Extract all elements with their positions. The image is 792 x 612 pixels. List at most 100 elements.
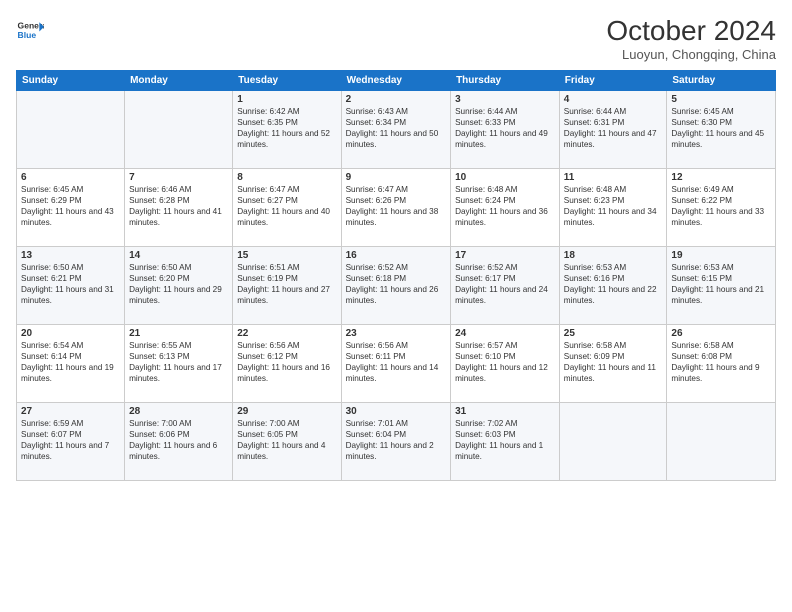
table-row: 25Sunrise: 6:58 AMSunset: 6:09 PMDayligh… [559,324,667,402]
day-number: 8 [237,172,336,183]
day-number: 4 [564,94,663,105]
table-row: 12Sunrise: 6:49 AMSunset: 6:22 PMDayligh… [667,168,776,246]
day-number: 17 [455,250,555,261]
table-row: 16Sunrise: 6:52 AMSunset: 6:18 PMDayligh… [341,246,451,324]
day-number: 11 [564,172,663,183]
title-block: October 2024 Luoyun, Chongqing, China [606,16,776,62]
col-friday: Friday [559,70,667,90]
day-info: Sunrise: 6:59 AMSunset: 6:07 PMDaylight:… [21,418,120,462]
day-info: Sunrise: 6:52 AMSunset: 6:17 PMDaylight:… [455,262,555,306]
day-info: Sunrise: 6:52 AMSunset: 6:18 PMDaylight:… [346,262,447,306]
day-info: Sunrise: 7:00 AMSunset: 6:06 PMDaylight:… [129,418,228,462]
day-number: 31 [455,406,555,417]
day-info: Sunrise: 6:46 AMSunset: 6:28 PMDaylight:… [129,184,228,228]
table-row: 26Sunrise: 6:58 AMSunset: 6:08 PMDayligh… [667,324,776,402]
day-number: 6 [21,172,120,183]
logo: General Blue General Blue [16,16,44,44]
day-number: 21 [129,328,228,339]
day-info: Sunrise: 6:44 AMSunset: 6:33 PMDaylight:… [455,106,555,150]
day-number: 9 [346,172,447,183]
table-row: 17Sunrise: 6:52 AMSunset: 6:17 PMDayligh… [451,246,560,324]
table-row: 21Sunrise: 6:55 AMSunset: 6:13 PMDayligh… [125,324,233,402]
day-info: Sunrise: 6:48 AMSunset: 6:23 PMDaylight:… [564,184,663,228]
day-number: 19 [671,250,771,261]
day-info: Sunrise: 6:56 AMSunset: 6:12 PMDaylight:… [237,340,336,384]
table-row: 28Sunrise: 7:00 AMSunset: 6:06 PMDayligh… [125,402,233,480]
day-info: Sunrise: 6:45 AMSunset: 6:30 PMDaylight:… [671,106,771,150]
calendar-week-4: 20Sunrise: 6:54 AMSunset: 6:14 PMDayligh… [17,324,776,402]
table-row: 8Sunrise: 6:47 AMSunset: 6:27 PMDaylight… [233,168,341,246]
day-info: Sunrise: 6:58 AMSunset: 6:09 PMDaylight:… [564,340,663,384]
table-row: 1Sunrise: 6:42 AMSunset: 6:35 PMDaylight… [233,90,341,168]
day-info: Sunrise: 6:56 AMSunset: 6:11 PMDaylight:… [346,340,447,384]
day-info: Sunrise: 6:53 AMSunset: 6:16 PMDaylight:… [564,262,663,306]
table-row: 29Sunrise: 7:00 AMSunset: 6:05 PMDayligh… [233,402,341,480]
table-row: 11Sunrise: 6:48 AMSunset: 6:23 PMDayligh… [559,168,667,246]
day-info: Sunrise: 6:50 AMSunset: 6:21 PMDaylight:… [21,262,120,306]
day-number: 18 [564,250,663,261]
day-number: 27 [21,406,120,417]
svg-text:Blue: Blue [18,30,37,40]
day-number: 2 [346,94,447,105]
day-info: Sunrise: 6:53 AMSunset: 6:15 PMDaylight:… [671,262,771,306]
day-number: 5 [671,94,771,105]
day-number: 24 [455,328,555,339]
table-row: 24Sunrise: 6:57 AMSunset: 6:10 PMDayligh… [451,324,560,402]
day-info: Sunrise: 6:54 AMSunset: 6:14 PMDaylight:… [21,340,120,384]
table-row: 20Sunrise: 6:54 AMSunset: 6:14 PMDayligh… [17,324,125,402]
day-number: 26 [671,328,771,339]
day-info: Sunrise: 6:44 AMSunset: 6:31 PMDaylight:… [564,106,663,150]
day-number: 14 [129,250,228,261]
table-row: 2Sunrise: 6:43 AMSunset: 6:34 PMDaylight… [341,90,451,168]
table-row [559,402,667,480]
table-row: 3Sunrise: 6:44 AMSunset: 6:33 PMDaylight… [451,90,560,168]
day-info: Sunrise: 6:48 AMSunset: 6:24 PMDaylight:… [455,184,555,228]
table-row: 30Sunrise: 7:01 AMSunset: 6:04 PMDayligh… [341,402,451,480]
table-row: 27Sunrise: 6:59 AMSunset: 6:07 PMDayligh… [17,402,125,480]
day-number: 29 [237,406,336,417]
day-number: 22 [237,328,336,339]
table-row [125,90,233,168]
table-row: 10Sunrise: 6:48 AMSunset: 6:24 PMDayligh… [451,168,560,246]
day-number: 28 [129,406,228,417]
table-row [17,90,125,168]
day-number: 13 [21,250,120,261]
table-row: 23Sunrise: 6:56 AMSunset: 6:11 PMDayligh… [341,324,451,402]
page: General Blue General Blue October 2024 L… [0,0,792,612]
calendar-week-3: 13Sunrise: 6:50 AMSunset: 6:21 PMDayligh… [17,246,776,324]
col-saturday: Saturday [667,70,776,90]
table-row: 5Sunrise: 6:45 AMSunset: 6:30 PMDaylight… [667,90,776,168]
col-tuesday: Tuesday [233,70,341,90]
table-row: 18Sunrise: 6:53 AMSunset: 6:16 PMDayligh… [559,246,667,324]
day-info: Sunrise: 6:47 AMSunset: 6:26 PMDaylight:… [346,184,447,228]
logo-icon: General Blue [16,16,44,44]
table-row: 19Sunrise: 6:53 AMSunset: 6:15 PMDayligh… [667,246,776,324]
day-info: Sunrise: 7:02 AMSunset: 6:03 PMDaylight:… [455,418,555,462]
day-info: Sunrise: 6:55 AMSunset: 6:13 PMDaylight:… [129,340,228,384]
calendar-title: October 2024 [606,16,776,47]
day-info: Sunrise: 6:51 AMSunset: 6:19 PMDaylight:… [237,262,336,306]
calendar-week-1: 1Sunrise: 6:42 AMSunset: 6:35 PMDaylight… [17,90,776,168]
table-row: 31Sunrise: 7:02 AMSunset: 6:03 PMDayligh… [451,402,560,480]
calendar-subtitle: Luoyun, Chongqing, China [606,47,776,62]
day-info: Sunrise: 6:58 AMSunset: 6:08 PMDaylight:… [671,340,771,384]
day-info: Sunrise: 6:57 AMSunset: 6:10 PMDaylight:… [455,340,555,384]
day-info: Sunrise: 7:01 AMSunset: 6:04 PMDaylight:… [346,418,447,462]
table-row: 6Sunrise: 6:45 AMSunset: 6:29 PMDaylight… [17,168,125,246]
table-row: 22Sunrise: 6:56 AMSunset: 6:12 PMDayligh… [233,324,341,402]
table-row: 4Sunrise: 6:44 AMSunset: 6:31 PMDaylight… [559,90,667,168]
day-number: 25 [564,328,663,339]
table-row: 7Sunrise: 6:46 AMSunset: 6:28 PMDaylight… [125,168,233,246]
day-info: Sunrise: 6:50 AMSunset: 6:20 PMDaylight:… [129,262,228,306]
col-thursday: Thursday [451,70,560,90]
day-number: 16 [346,250,447,261]
day-number: 1 [237,94,336,105]
day-number: 7 [129,172,228,183]
day-info: Sunrise: 7:00 AMSunset: 6:05 PMDaylight:… [237,418,336,462]
day-number: 20 [21,328,120,339]
day-number: 12 [671,172,771,183]
day-info: Sunrise: 6:42 AMSunset: 6:35 PMDaylight:… [237,106,336,150]
header-row: Sunday Monday Tuesday Wednesday Thursday… [17,70,776,90]
day-number: 23 [346,328,447,339]
table-row: 14Sunrise: 6:50 AMSunset: 6:20 PMDayligh… [125,246,233,324]
